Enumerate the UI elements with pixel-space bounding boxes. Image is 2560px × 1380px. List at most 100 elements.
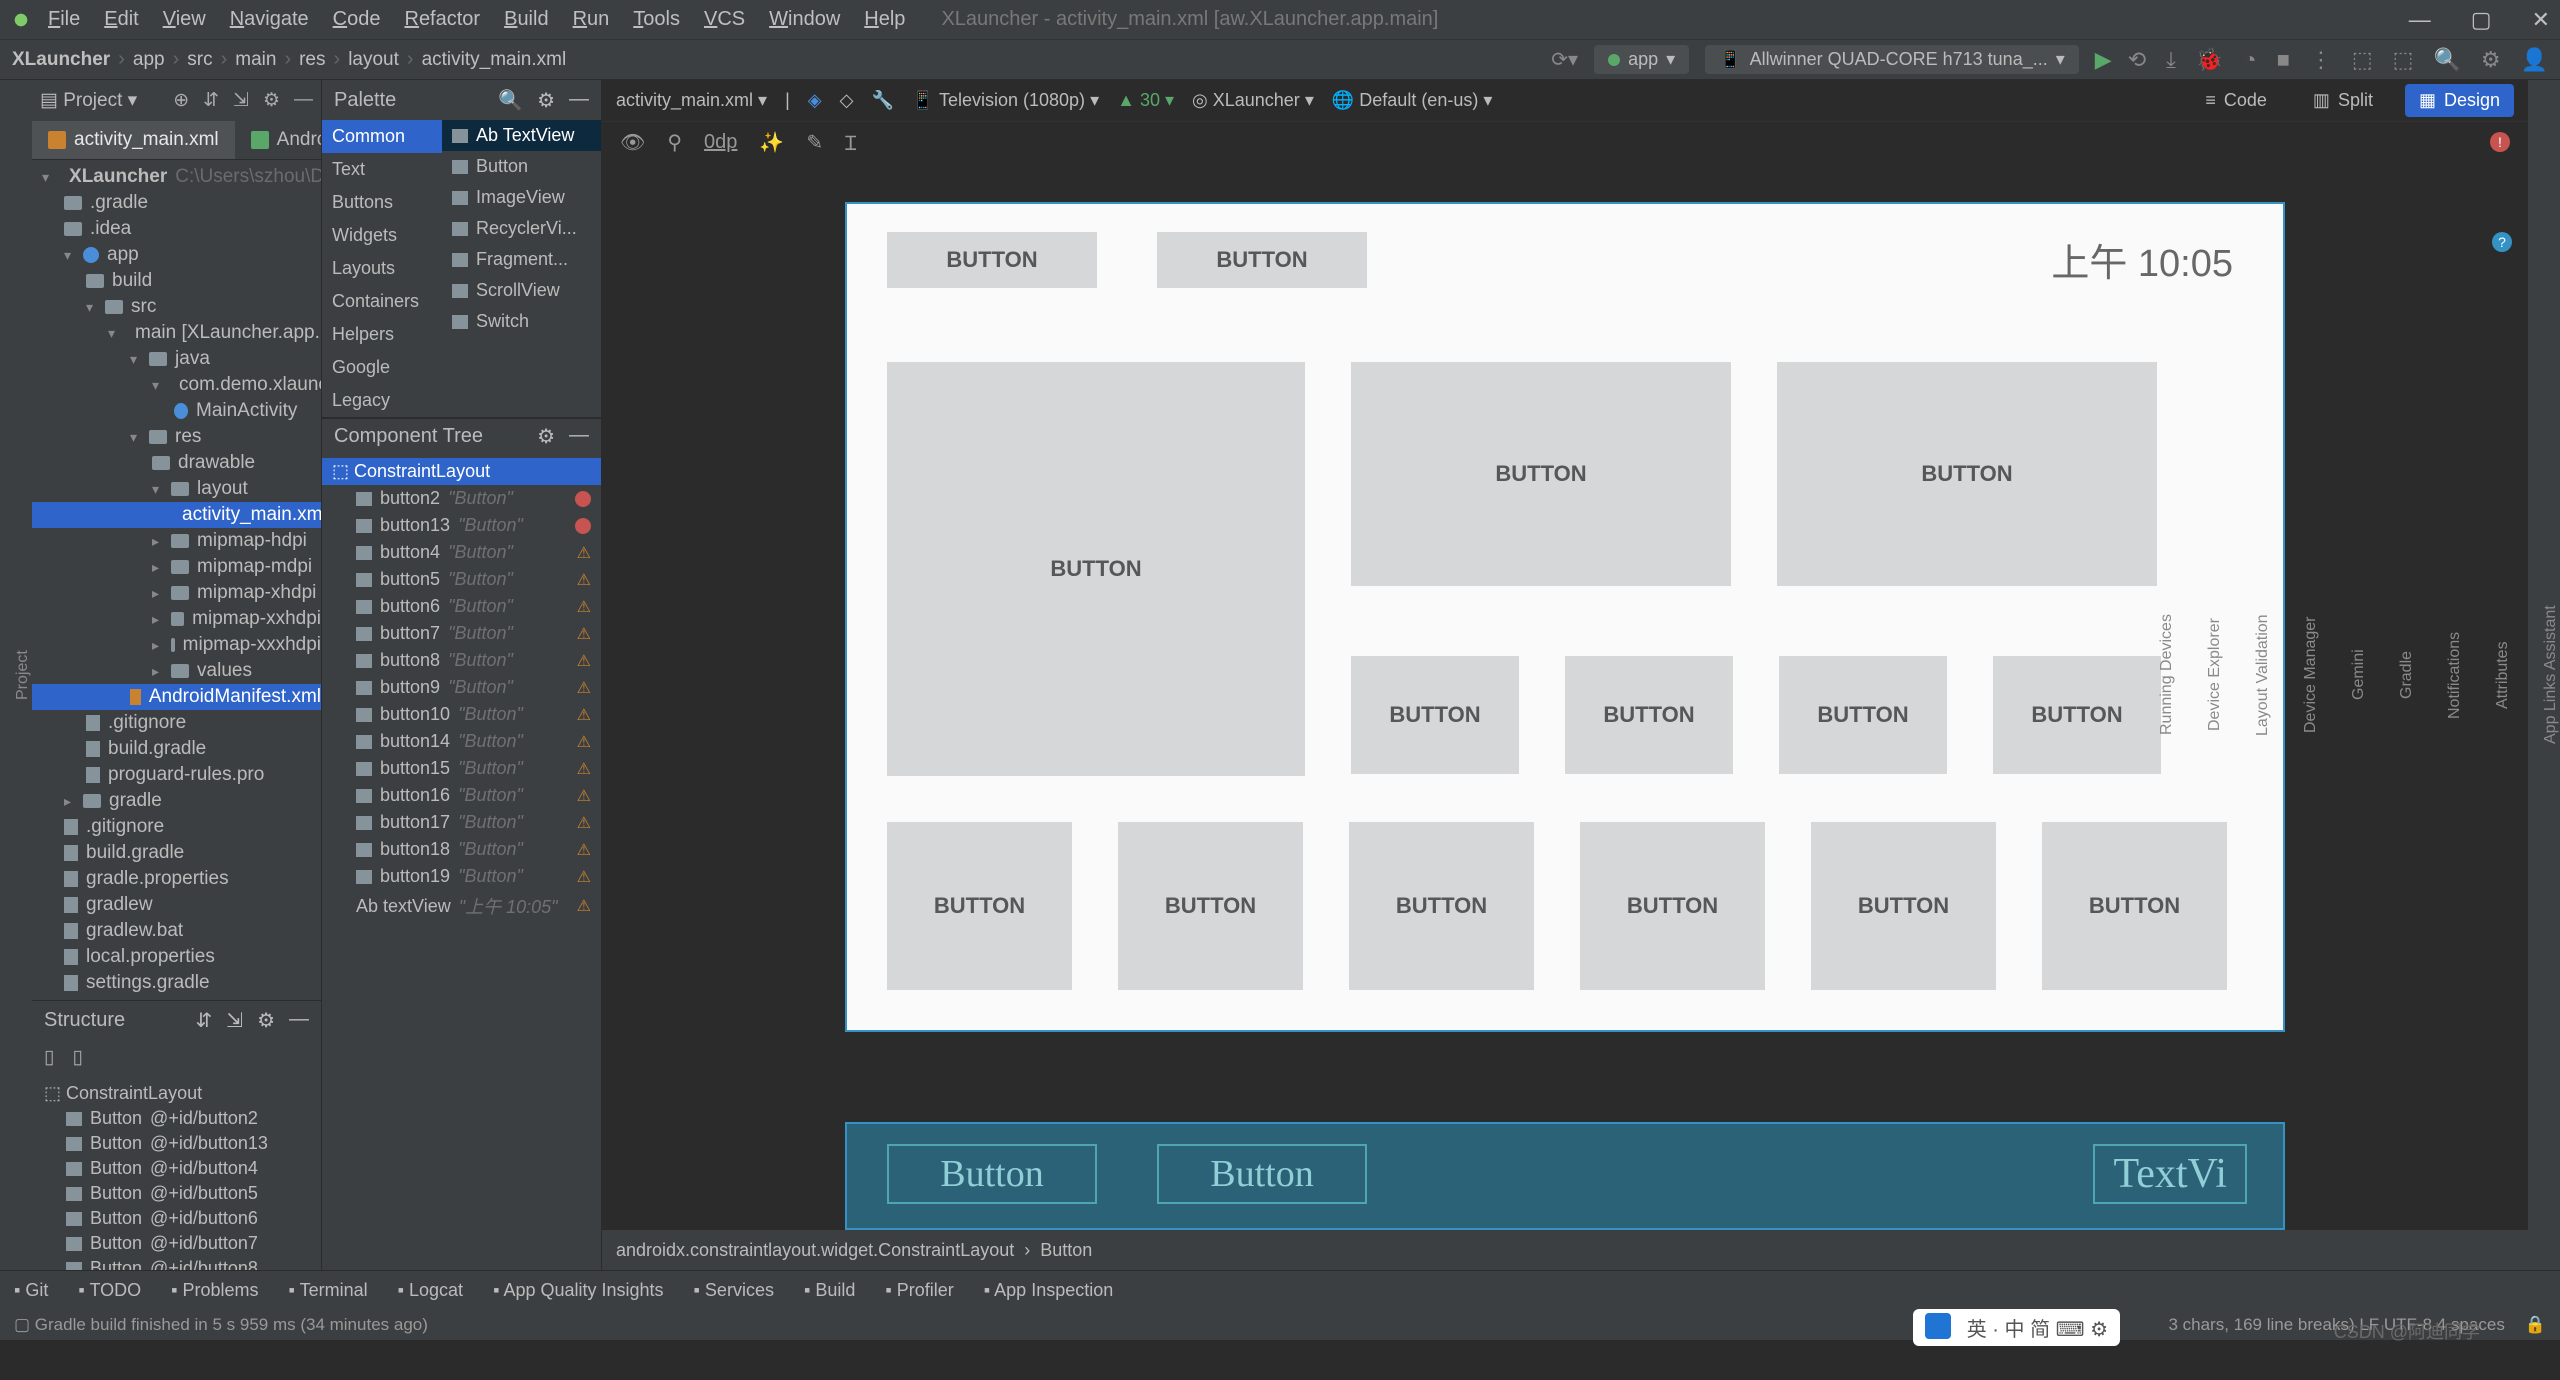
stop-icon[interactable]: ■ <box>2277 47 2290 73</box>
ctree-item[interactable]: button5 "Button"⚠ <box>322 566 601 593</box>
ctree-root[interactable]: ⬚ ConstraintLayout <box>322 458 601 485</box>
ime-btn[interactable]: ⌨ <box>2056 1319 2085 1341</box>
ctree-item[interactable]: button8 "Button"⚠ <box>322 647 601 674</box>
palette-item[interactable]: ImageView <box>442 182 601 213</box>
gutter-running-devices[interactable]: Running Devices <box>2158 100 2176 1250</box>
ctree-item[interactable]: button19 "Button"⚠ <box>322 863 601 890</box>
palette-cat[interactable]: Helpers <box>322 318 442 351</box>
more2-icon[interactable]: ⬚ <box>2352 47 2373 73</box>
tree-item[interactable]: drawable <box>32 450 321 476</box>
menu-help[interactable]: Help <box>852 4 917 34</box>
menu-refactor[interactable]: Refactor <box>392 4 492 34</box>
tree-item[interactable]: activity_main.xml <box>32 502 321 528</box>
design-canvas[interactable]: 上午 10:05 BUTTON BUTTON BUTTON BUTTON BUT… <box>602 162 2528 1230</box>
tree-item[interactable]: gradle <box>32 788 321 814</box>
preview-button[interactable]: BUTTON <box>887 822 1072 990</box>
tree-root[interactable]: XLauncher C:\Users\szhou\Docu... <box>32 164 321 190</box>
bp-button[interactable]: Button <box>887 1144 1097 1204</box>
structure-item[interactable]: Button @+id/button5 <box>32 1181 321 1206</box>
gutter-project[interactable]: Project <box>14 100 32 1250</box>
tree-item[interactable]: mipmap-xxhdpi <box>32 606 321 632</box>
s-t1[interactable]: ▯ <box>44 1046 54 1069</box>
structure-item[interactable]: Button @+id/button13 <box>32 1131 321 1156</box>
hide-icon[interactable]: — <box>569 424 589 449</box>
preview-button[interactable]: BUTTON <box>887 362 1305 776</box>
toolwin-profiler[interactable]: ▪ Profiler <box>885 1280 953 1301</box>
device-dd[interactable]: 📱 Television (1080p) ▾ <box>912 90 1099 111</box>
structure-item[interactable]: Button @+id/button6 <box>32 1206 321 1231</box>
ime-btn[interactable]: 简 <box>2030 1319 2050 1341</box>
hide-icon[interactable]: — <box>289 1008 309 1033</box>
tree-item[interactable]: AndroidManifest.xml <box>32 684 321 710</box>
palette-cat[interactable]: Layouts <box>322 252 442 285</box>
gutter-app-links-assistant[interactable]: App Links Assistant <box>2542 100 2560 1250</box>
gutter-gemini[interactable]: Gemini <box>2350 100 2368 1250</box>
tree-item[interactable]: res <box>32 424 321 450</box>
preview-button[interactable]: BUTTON <box>1777 362 2157 586</box>
toolwin-git[interactable]: ▪ Git <box>14 1280 48 1301</box>
tree-item[interactable]: MainActivity <box>32 398 321 424</box>
tree-item[interactable]: .gitignore <box>32 814 321 840</box>
ctree-item[interactable]: button6 "Button"⚠ <box>322 593 601 620</box>
palette-cat[interactable]: Widgets <box>322 219 442 252</box>
menu-build[interactable]: Build <box>492 4 560 34</box>
menu-run[interactable]: Run <box>561 4 622 34</box>
gear-icon[interactable]: ⚙ <box>537 88 555 113</box>
palette-cat[interactable]: Text <box>322 153 442 186</box>
ctree-item[interactable]: button9 "Button"⚠ <box>322 674 601 701</box>
tree-item[interactable]: build.gradle <box>32 736 321 762</box>
dp-dd[interactable]: 0dp <box>704 131 737 154</box>
gutter-notifications[interactable]: Notifications <box>2446 100 2464 1250</box>
breadcrumb[interactable]: src <box>187 49 212 70</box>
locale-dd[interactable]: 🌐 Default (en-us) ▾ <box>1332 90 1493 111</box>
tree-item[interactable]: proguard-rules.pro <box>32 762 321 788</box>
menu-view[interactable]: View <box>151 4 218 34</box>
structure-root[interactable]: ⬚ ConstraintLayout <box>32 1081 321 1106</box>
palette-cat[interactable]: Containers <box>322 285 442 318</box>
ctree-item[interactable]: button18 "Button"⚠ <box>322 836 601 863</box>
bp-button[interactable]: Button <box>1157 1144 1367 1204</box>
tree-item[interactable]: mipmap-mdpi <box>32 554 321 580</box>
breadcrumb[interactable]: layout <box>348 49 399 70</box>
tree-item[interactable]: main [XLauncher.app.main] <box>32 320 321 346</box>
preview-button[interactable]: BUTTON <box>1349 822 1534 990</box>
breadcrumb[interactable]: XLauncher <box>12 49 110 70</box>
close-icon[interactable]: ✕ <box>2532 7 2550 33</box>
search-icon[interactable]: 🔍 <box>498 88 523 113</box>
menu-vcs[interactable]: VCS <box>692 4 757 34</box>
ctree-item[interactable]: button15 "Button"⚠ <box>322 755 601 782</box>
api-dd[interactable]: ▲ 30 ▾ <box>1117 90 1174 111</box>
tree-item[interactable]: build.gradle <box>32 840 321 866</box>
profiler-icon[interactable]: ◔ <box>2243 47 2256 73</box>
toolwin-services[interactable]: ▪ Services <box>694 1280 774 1301</box>
ctree-item[interactable]: button16 "Button"⚠ <box>322 782 601 809</box>
tree-item[interactable]: mipmap-hdpi <box>32 528 321 554</box>
preview-button[interactable]: BUTTON <box>1118 822 1303 990</box>
gutter-device-explorer[interactable]: Device Explorer <box>2206 100 2224 1250</box>
sel-icon[interactable]: ◇ <box>840 90 854 111</box>
run-icon[interactable]: ▶ <box>2095 47 2112 73</box>
tree-item[interactable]: layout <box>32 476 321 502</box>
collapse-icon[interactable]: ⇵ <box>203 89 219 112</box>
ime-btn[interactable]: · <box>1992 1319 1999 1341</box>
palette-item[interactable]: ScrollView <box>442 275 601 306</box>
preview-button[interactable]: BUTTON <box>1157 232 1367 288</box>
tree-item[interactable]: gradlew.bat <box>32 918 321 944</box>
toolwin-app-quality-insights[interactable]: ▪ App Quality Insights <box>493 1280 663 1301</box>
preview-button[interactable]: BUTTON <box>1351 362 1731 586</box>
blueprint-preview[interactable]: Button Button TextVi <box>845 1122 2285 1230</box>
attach-icon[interactable]: ⤓ <box>2166 47 2176 73</box>
palette-item[interactable]: RecyclerVi... <box>442 213 601 244</box>
debug-icon[interactable]: ⟲ <box>2128 47 2146 73</box>
preview-button[interactable]: BUTTON <box>2042 822 2227 990</box>
theme-dd[interactable]: ◎ XLauncher ▾ <box>1192 90 1314 111</box>
gutter-gradle[interactable]: Gradle <box>2398 100 2416 1250</box>
breadcrumb[interactable]: app <box>133 49 165 70</box>
gutter-layout-validation[interactable]: Layout Validation <box>2254 100 2272 1250</box>
tree-item[interactable]: gradlew <box>32 892 321 918</box>
palette-item[interactable]: Fragment... <box>442 244 601 275</box>
preview-button[interactable]: BUTTON <box>1811 822 1996 990</box>
toolwin-problems[interactable]: ▪ Problems <box>171 1280 258 1301</box>
menu-edit[interactable]: Edit <box>92 4 150 34</box>
ctree-item[interactable]: button13 "Button" <box>322 512 601 539</box>
